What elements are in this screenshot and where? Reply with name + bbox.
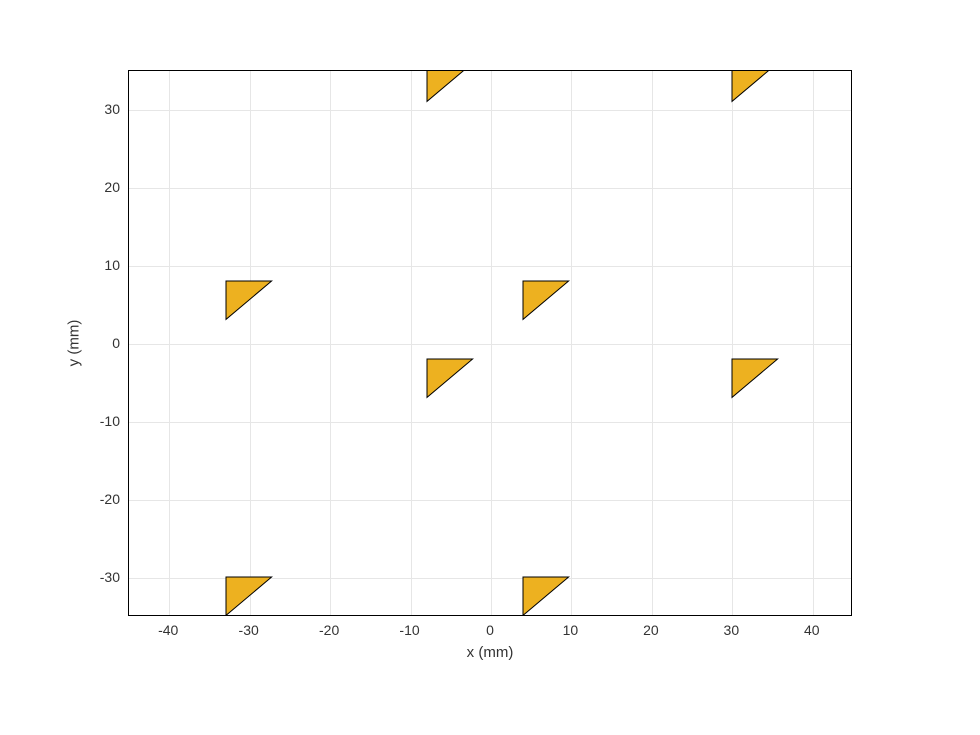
y-tick-label: 0 — [112, 335, 120, 351]
x-tick-label: 0 — [486, 622, 494, 638]
x-tick-label: -30 — [239, 622, 259, 638]
x-tick-label: -10 — [399, 622, 419, 638]
x-tick-label: 40 — [804, 622, 820, 638]
triangle-marker — [427, 70, 475, 111]
y-tick-label: 30 — [104, 101, 120, 117]
triangle-marker — [226, 577, 274, 616]
x-tick-label: 10 — [563, 622, 579, 638]
triangle-marker — [732, 70, 780, 111]
y-axis-label: y (mm) — [66, 320, 83, 367]
x-tick-label: -40 — [158, 622, 178, 638]
x-tick-label: -20 — [319, 622, 339, 638]
triangle-marker — [226, 281, 274, 329]
x-tick-label: 30 — [724, 622, 740, 638]
triangle-marker — [427, 359, 475, 407]
y-tick-label: -10 — [100, 413, 120, 429]
gridline-horizontal — [129, 500, 852, 501]
y-tick-label: -30 — [100, 569, 120, 585]
gridline-horizontal — [129, 188, 852, 189]
gridline-horizontal — [129, 266, 852, 267]
triangle-marker — [523, 281, 571, 329]
y-tick-label: -20 — [100, 491, 120, 507]
triangle-marker — [732, 359, 780, 407]
y-tick-label: 20 — [104, 179, 120, 195]
y-tick-label: 10 — [104, 257, 120, 273]
plot-axes — [128, 70, 852, 616]
gridline-horizontal — [129, 344, 852, 345]
triangle-marker — [523, 577, 571, 616]
x-tick-label: 20 — [643, 622, 659, 638]
figure-area: x (mm) y (mm) -40 -30 -20 -10 0 10 20 30 40 -30 -… — [0, 0, 980, 735]
x-axis-label: x (mm) — [467, 644, 514, 661]
gridline-horizontal — [129, 422, 852, 423]
